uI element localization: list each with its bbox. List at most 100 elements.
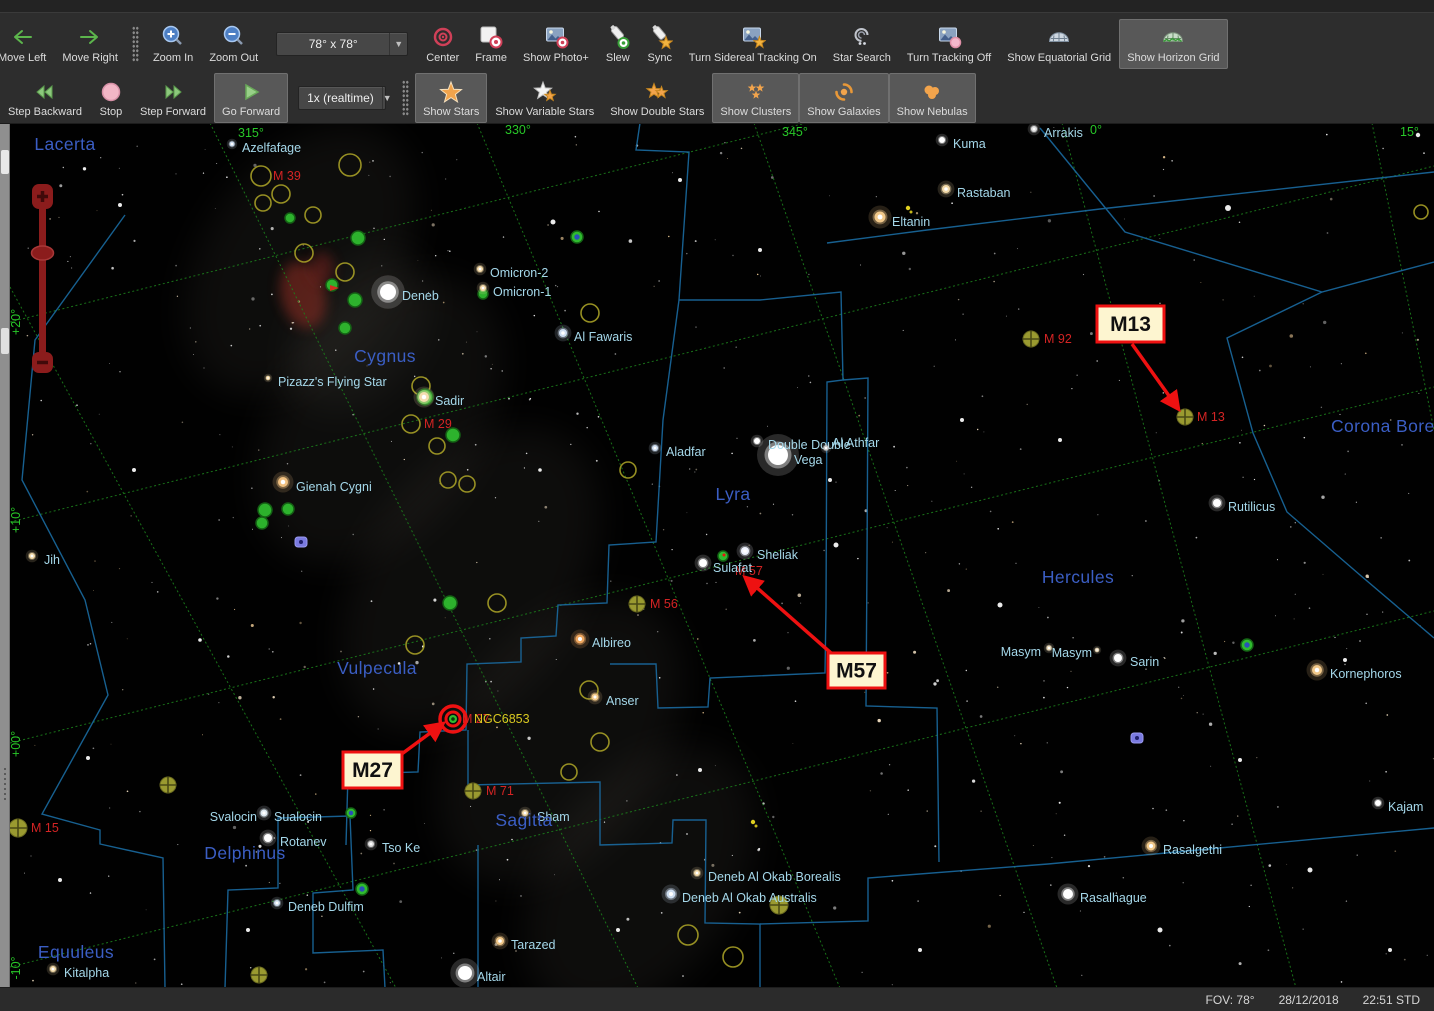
star-search-label: Star Search: [832, 51, 891, 64]
arrow-left-icon: [14, 30, 33, 44]
status-bar: FOV: 78° 28/12/2018 22:51 STD: [0, 987, 1434, 1011]
toolbar-separator: [131, 25, 139, 62]
photo-star-icon: [742, 27, 766, 49]
star-label-aladfar: Aladfar: [666, 445, 706, 459]
fov-select-value: 78° x 78°: [308, 36, 358, 51]
star-search-button[interactable]: Star Search: [825, 19, 899, 69]
go-forward-button[interactable]: Go Forward: [214, 73, 289, 123]
svg-text:M 56: M 56: [650, 597, 678, 611]
show-stars-button[interactable]: Show Stars: [415, 73, 488, 123]
show-galaxies-label: Show Galaxies: [807, 106, 881, 118]
step-back-icon: [36, 84, 53, 99]
star-icon: [439, 80, 464, 103]
svg-text:M 29: M 29: [424, 417, 452, 431]
move-right-button[interactable]: Move Right: [54, 19, 126, 69]
svg-text:M 39: M 39: [273, 169, 301, 183]
chevron-down-icon[interactable]: ▼: [389, 32, 407, 55]
time-rate-select[interactable]: 1x (realtime) ▼: [298, 86, 392, 110]
star-label-deneb-al-okab-borealis: Deneb Al Okab Borealis: [708, 870, 841, 884]
star-kitalpha: [46, 962, 60, 976]
star-label-sualocin: Sualocin: [274, 810, 322, 824]
step-forward-label: Step Forward: [139, 106, 207, 118]
star-label-rastaban: Rastaban: [957, 186, 1011, 200]
turn-sidereal-tracking-on-label: Turn Sidereal Tracking On: [688, 51, 817, 64]
fov-select[interactable]: 78° x 78° ▼: [276, 31, 409, 56]
center-target-icon: [433, 27, 452, 47]
star-double-double: [750, 434, 764, 448]
star-deneb-al-okab-borealis: [690, 866, 704, 880]
show-photo-label: Show Photo+: [523, 51, 589, 64]
star-azelfafage: [226, 138, 238, 150]
svg-text:M 15: M 15: [31, 821, 59, 835]
panel-handle[interactable]: [1, 328, 9, 354]
svg-text:M27: M27: [352, 759, 393, 782]
show-variable-stars-button[interactable]: Show Variable Stars: [487, 73, 602, 123]
svg-text:315°: 315°: [238, 126, 264, 140]
star-al-fawaris: [554, 324, 572, 342]
photo-off-icon: [939, 27, 962, 49]
show-double-stars-label: Show Double Stars: [610, 106, 705, 118]
zoom-out-icon: [223, 25, 243, 45]
zoom-out-button[interactable]: Zoom Out: [201, 19, 266, 69]
show-galaxies-button[interactable]: Show Galaxies: [799, 73, 889, 123]
svg-text:Lacerta: Lacerta: [34, 134, 95, 154]
time-rate-select-value: 1x (realtime): [307, 91, 374, 105]
show-nebulas-button[interactable]: Show Nebulas: [888, 73, 976, 123]
star-label-deneb-al-okab-australis: Deneb Al Okab Australis: [682, 891, 817, 905]
star-label-deneb-dulfim: Deneb Dulfim: [288, 900, 364, 914]
star-search-icon: [854, 28, 869, 45]
star-omicron-2: [473, 262, 487, 276]
turn-sidereal-tracking-on-button[interactable]: Turn Sidereal Tracking On: [681, 19, 825, 69]
frame-label: Frame: [475, 51, 508, 64]
slider-track: [39, 208, 46, 354]
star-label-sheliak: Sheliak: [757, 548, 799, 562]
zoom-in-label: Zoom In: [152, 51, 194, 64]
step-forward-icon: [165, 84, 182, 99]
step-backward-button[interactable]: Step Backward: [0, 73, 90, 123]
star-label-vega: Vega: [794, 453, 823, 467]
svg-text:Cygnus: Cygnus: [354, 346, 416, 366]
toolbar-time: Step Backward Stop Step Forward Go Forward 1…: [0, 73, 1434, 124]
show-equatorial-grid-button[interactable]: Show Equatorial Grid: [999, 19, 1119, 69]
svg-text:Hercules: Hercules: [1042, 567, 1114, 587]
center-button[interactable]: Center: [418, 19, 467, 69]
star-pizazz-s-flying-star: [263, 373, 273, 383]
star-label-kornephoros: Kornephoros: [1330, 667, 1402, 681]
slew-button[interactable]: Slew: [597, 19, 639, 69]
star-gienah-cygni: [272, 471, 294, 493]
svg-text:M 71: M 71: [486, 784, 514, 798]
star-aladfar: [648, 441, 662, 455]
step-forward-button[interactable]: Step Forward: [132, 73, 214, 123]
sync-button[interactable]: Sync: [639, 19, 681, 69]
show-clusters-button[interactable]: Show Clusters: [712, 73, 800, 123]
frame-button[interactable]: Frame: [467, 19, 515, 69]
star-albireo: [570, 629, 590, 649]
star-label-anser: Anser: [606, 694, 639, 708]
frame-icon: [480, 26, 503, 49]
toolbar-main: Move Left Move Right Zoom In Zoom Out 78° x …: [0, 12, 1434, 74]
show-photo-button[interactable]: Show Photo+: [515, 19, 597, 69]
sky-map[interactable]: M 39M 29M 92M 13M 56M 57M 71M 15DenebSad…: [0, 0, 1434, 1011]
star-label-kitalpha: Kitalpha: [64, 966, 109, 980]
turn-tracking-off-button[interactable]: Turn Tracking Off: [899, 19, 999, 69]
move-right-label: Move Right: [62, 51, 118, 64]
stop-button[interactable]: Stop: [90, 73, 132, 123]
annotation-box-m27: M27: [341, 750, 404, 790]
svg-text:-10°: -10°: [9, 956, 23, 979]
star-label-kajam: Kajam: [1388, 800, 1423, 814]
svg-text:Sagitta: Sagitta: [495, 810, 552, 830]
star-arrakis: [1027, 123, 1041, 136]
star-label-pizazz-s-flying-star: Pizazz's Flying Star: [278, 375, 387, 389]
nebula-icon: [924, 85, 940, 99]
telescope-green-icon: [610, 25, 630, 49]
selected-label-ngc6853: NGC6853: [474, 712, 530, 726]
star-deneb-al-okab-australis: [661, 884, 681, 904]
move-left-button[interactable]: Move Left: [0, 19, 54, 69]
show-double-stars-button[interactable]: Show Double Stars: [602, 73, 712, 123]
show-horizon-grid-button[interactable]: Show Horizon Grid: [1119, 18, 1228, 69]
star-label-deneb: Deneb: [402, 289, 439, 303]
panel-handle[interactable]: [1, 150, 9, 174]
chevron-down-icon[interactable]: ▼: [381, 87, 392, 109]
zoom-in-button[interactable]: Zoom In: [145, 19, 201, 69]
star-eltanin: [868, 205, 892, 229]
